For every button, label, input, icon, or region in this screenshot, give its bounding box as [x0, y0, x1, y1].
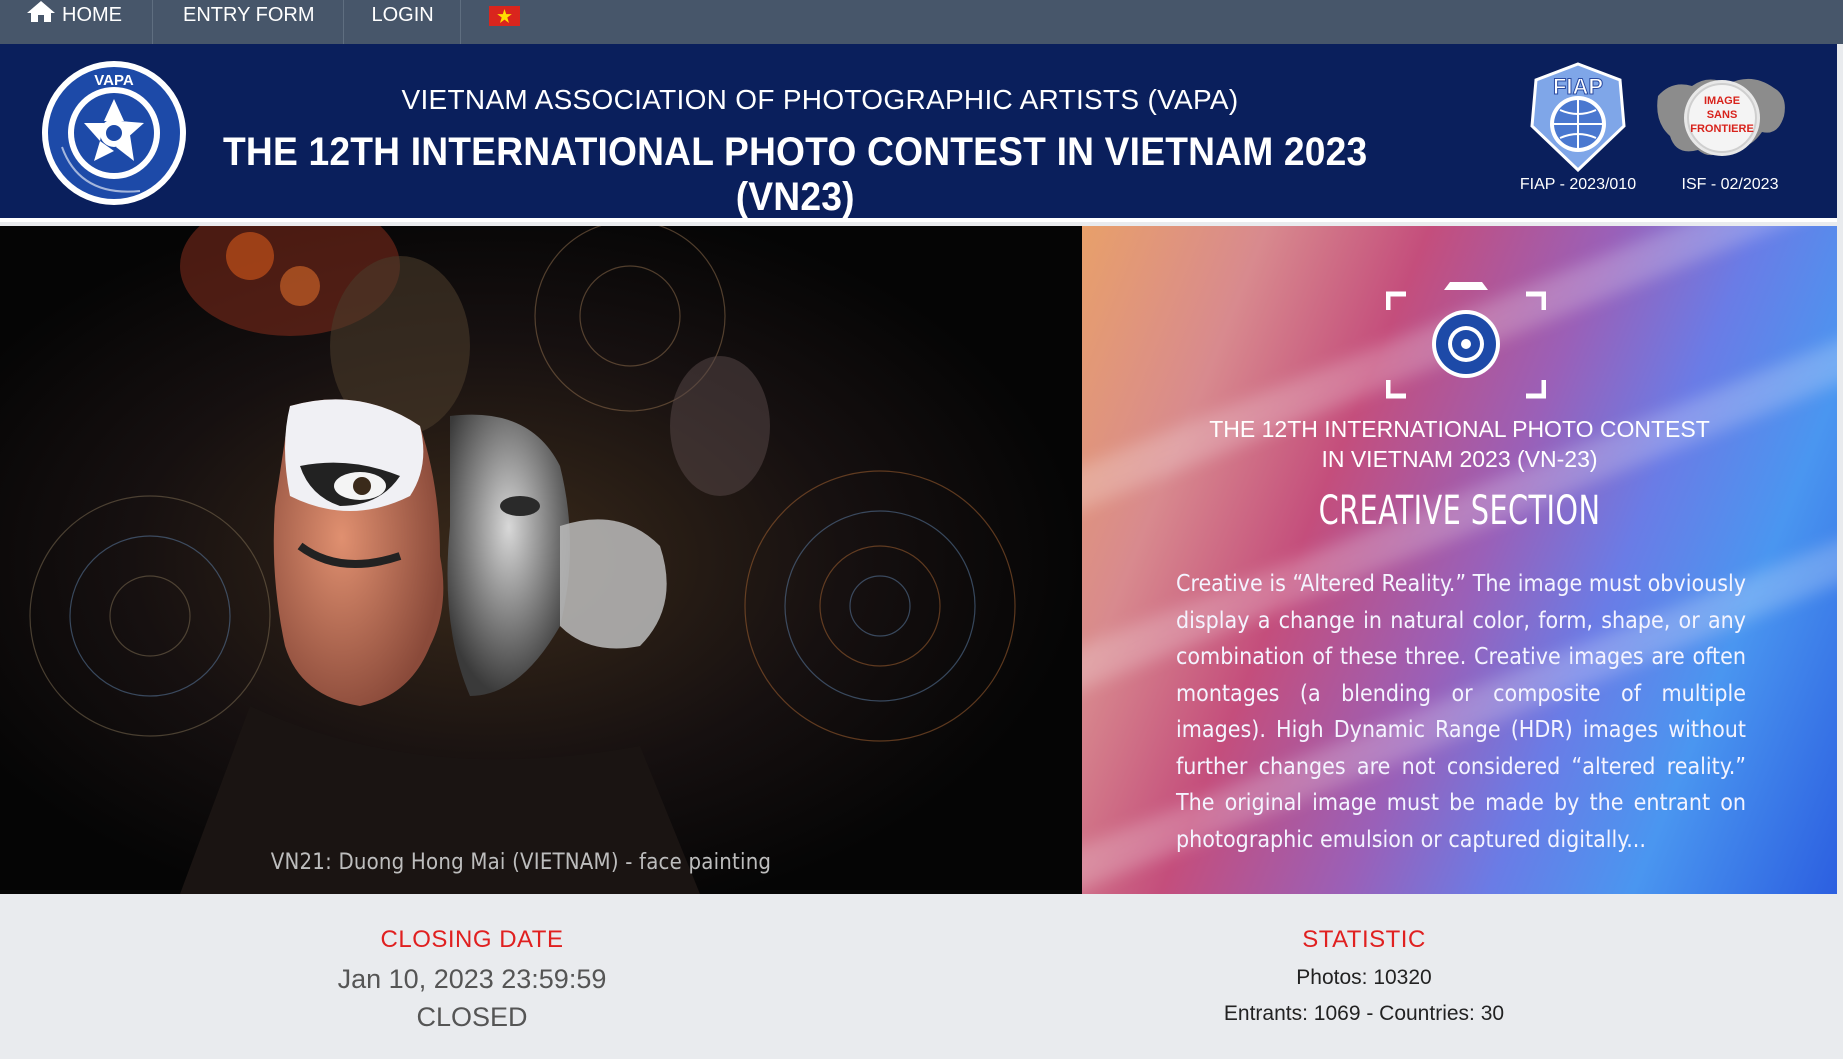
svg-text:VAPA: VAPA — [94, 72, 134, 89]
svg-text:SANS: SANS — [1707, 109, 1738, 121]
info-title-line2: IN VIETNAM 2023 (VN-23) — [1321, 446, 1598, 472]
isf-logo[interactable]: IMAGE SANS FRONTIERE — [1652, 66, 1792, 174]
nav-entry-form-link[interactable]: ENTRY FORM — [153, 0, 344, 44]
home-icon — [27, 1, 55, 22]
section-description: Creative is “Altered Reality.” The image… — [1176, 571, 1746, 853]
closing-date-value: Jan 10, 2023 23:59:59 — [337, 964, 607, 994]
section-name: CREATIVE SECTION — [1318, 488, 1601, 534]
isf-caption: ISF - 02/2023 — [1681, 176, 1779, 193]
language-flag-button[interactable] — [461, 0, 540, 44]
statistic-photos: Photos: 10320 — [1296, 966, 1432, 989]
statistic-label: STATISTIC — [1302, 926, 1426, 953]
featured-photo: VN21: Duong Hong Mai (VIETNAM) - face pa… — [0, 226, 1082, 894]
nav-home-link[interactable]: HOME — [0, 0, 153, 44]
closing-status: CLOSED — [416, 1002, 528, 1032]
contest-title: THE 12TH INTERNATIONAL PHOTO CONTEST IN … — [222, 130, 1368, 219]
svg-text:FIAP: FIAP — [1553, 74, 1603, 99]
nav-entry-form-label: ENTRY FORM — [183, 4, 315, 26]
featured-photo-image — [0, 226, 1082, 894]
statistic-entrants: Entrants: 1069 - Countries: 30 — [1223, 1002, 1505, 1025]
vietnam-flag-icon — [488, 6, 520, 26]
contest-status-area: CLOSING DATE Jan 10, 2023 23:59:59 CLOSE… — [0, 894, 1843, 1059]
top-nav: HOME ENTRY FORM LOGIN — [0, 0, 1843, 44]
nav-login-link[interactable]: LOGIN — [344, 0, 461, 44]
organization-name: VIETNAM ASSOCIATION OF PHOTOGRAPHIC ARTI… — [401, 84, 1239, 115]
fiap-logo[interactable]: FIAP — [1518, 62, 1638, 172]
nav-home-label: HOME — [62, 4, 122, 26]
info-title-line1: THE 12TH INTERNATIONAL PHOTO CONTEST — [1209, 416, 1710, 442]
fiap-caption: FIAP - 2023/010 — [1519, 176, 1637, 193]
svg-text:IMAGE: IMAGE — [1704, 95, 1740, 107]
photo-caption: VN21: Duong Hong Mai (VIETNAM) - face pa… — [270, 850, 772, 875]
camera-frame-icon — [1386, 282, 1546, 399]
vapa-logo[interactable]: VAPA — [40, 59, 188, 207]
section-info-panel: THE 12TH INTERNATIONAL PHOTO CONTEST IN … — [1082, 226, 1837, 894]
svg-text:FRONTIERE: FRONTIERE — [1690, 123, 1754, 135]
closing-date-label: CLOSING DATE — [380, 926, 564, 953]
header-banner: VAPA VIETNAM ASSOCIATION OF PHOTOGRAPHIC… — [0, 44, 1837, 222]
info-contest-title: THE 12TH INTERNATIONAL PHOTO CONTEST IN … — [1102, 414, 1817, 474]
nav-login-label: LOGIN — [371, 4, 434, 26]
